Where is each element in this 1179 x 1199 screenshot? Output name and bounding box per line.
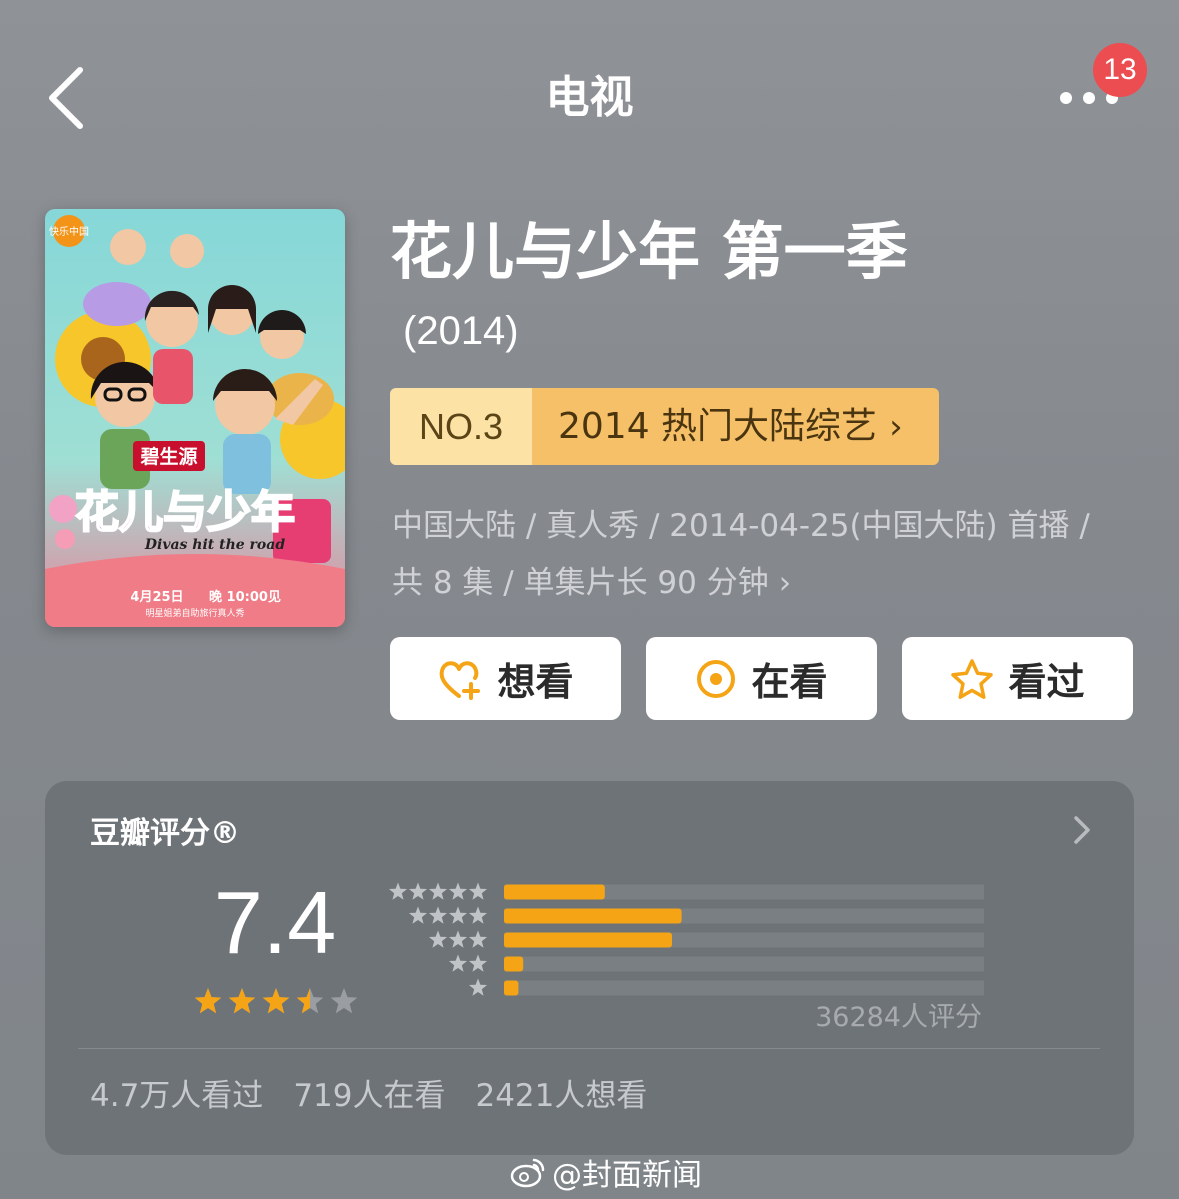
rating-label: 豆瓣评分® bbox=[90, 816, 240, 851]
rating-score: 7.4 bbox=[213, 873, 337, 972]
poster-logo: 快乐中国 bbox=[49, 225, 89, 238]
distribution-star-3 bbox=[428, 930, 448, 948]
rank-number: NO.3 bbox=[390, 388, 532, 465]
watched-label: 看过 bbox=[1008, 660, 1085, 704]
distribution-star-3 bbox=[448, 930, 468, 948]
distribution-track bbox=[504, 980, 984, 996]
distribution-star-3 bbox=[468, 930, 488, 948]
want-to-watch-label: 想看 bbox=[497, 660, 574, 704]
poster[interactable]: 快乐中国 碧生源 花儿与少年 Divas hit the road 4月25日 … bbox=[45, 209, 345, 627]
rank-category: 2014 热门大陆综艺 › bbox=[532, 388, 939, 465]
rating-count: 36284人评分 bbox=[815, 1002, 982, 1033]
distribution-star-4 bbox=[428, 906, 448, 924]
notification-badge: 13 bbox=[1093, 43, 1147, 97]
distribution-star-5 bbox=[428, 882, 448, 900]
distribution-bar-4 bbox=[504, 908, 682, 924]
rank-category-label: 2014 热门大陆综艺 bbox=[558, 406, 878, 447]
distribution-bar-3 bbox=[504, 932, 672, 948]
watched-button[interactable]: 看过 bbox=[902, 637, 1133, 720]
audience-stats: 4.7万人看过 719人在看 2421人想看 bbox=[90, 1072, 677, 1120]
distribution-star-4 bbox=[408, 906, 428, 924]
poster-tagline: 明星姐弟自助旅行真人秀 bbox=[145, 607, 244, 619]
poster-title-art: 花儿与少年 bbox=[75, 487, 295, 538]
distribution-star-5 bbox=[448, 882, 468, 900]
watermark-text: @封面新闻 bbox=[552, 1158, 702, 1193]
target-circle-icon bbox=[697, 659, 736, 698]
chevron-right-icon[interactable] bbox=[1068, 808, 1098, 852]
distribution-star-5 bbox=[408, 882, 428, 900]
distribution-star-5 bbox=[468, 882, 488, 900]
poster-subtitle: Divas hit the road bbox=[144, 537, 285, 553]
distribution-bar-2 bbox=[504, 956, 524, 972]
watched-count[interactable]: 4.7万人看过 bbox=[90, 1078, 263, 1114]
distribution-track bbox=[504, 956, 984, 972]
weibo-icon bbox=[510, 1158, 545, 1188]
poster-airdate: 4月25日 bbox=[130, 590, 183, 605]
heart-plus-icon bbox=[440, 660, 481, 700]
rating-star-filled bbox=[262, 988, 290, 1014]
rating-star-filled bbox=[194, 988, 222, 1014]
show-title: 花儿与少年 第一季 bbox=[390, 215, 908, 288]
rating-star-filled bbox=[228, 988, 256, 1014]
watching-label: 在看 bbox=[751, 660, 828, 704]
rating-distribution bbox=[388, 882, 984, 996]
chevron-right-icon: › bbox=[778, 565, 792, 601]
rating-stars bbox=[194, 988, 358, 1014]
chevron-right-icon: › bbox=[889, 407, 903, 447]
distribution-bar-1 bbox=[504, 980, 519, 996]
poster-airtime: 晚 10:00见 bbox=[209, 589, 281, 605]
distribution-star-2 bbox=[468, 954, 488, 972]
want-to-watch-button[interactable]: 想看 bbox=[390, 637, 621, 720]
distribution-star-1 bbox=[468, 978, 488, 996]
show-meta-line2-text: 共 8 集 / 单集片长 90 分钟 bbox=[392, 565, 769, 601]
distribution-star-2 bbox=[448, 954, 468, 972]
distribution-star-4 bbox=[448, 906, 468, 924]
rating-star-empty bbox=[330, 988, 358, 1014]
show-meta-line2[interactable]: 共 8 集 / 单集片长 90 分钟 › bbox=[392, 560, 791, 606]
want-count[interactable]: 2421人想看 bbox=[475, 1078, 647, 1114]
distribution-star-5 bbox=[388, 882, 408, 900]
distribution-bar-5 bbox=[504, 884, 605, 900]
poster-brand: 碧生源 bbox=[139, 445, 197, 468]
ranking-banner[interactable]: NO.3 2014 热门大陆综艺 › bbox=[390, 388, 939, 465]
show-year: (2014) bbox=[403, 309, 519, 353]
watching-count[interactable]: 719人在看 bbox=[293, 1078, 445, 1114]
page-title: 电视 bbox=[545, 72, 634, 123]
watching-button[interactable]: 在看 bbox=[646, 637, 877, 720]
star-outline-icon bbox=[951, 658, 994, 699]
divider bbox=[78, 1048, 1100, 1049]
distribution-star-4 bbox=[468, 906, 488, 924]
show-meta-line1: 中国大陆 / 真人秀 / 2014-04-25(中国大陆) 首播 / bbox=[392, 508, 1090, 544]
watermark: @封面新闻 bbox=[510, 1150, 702, 1194]
